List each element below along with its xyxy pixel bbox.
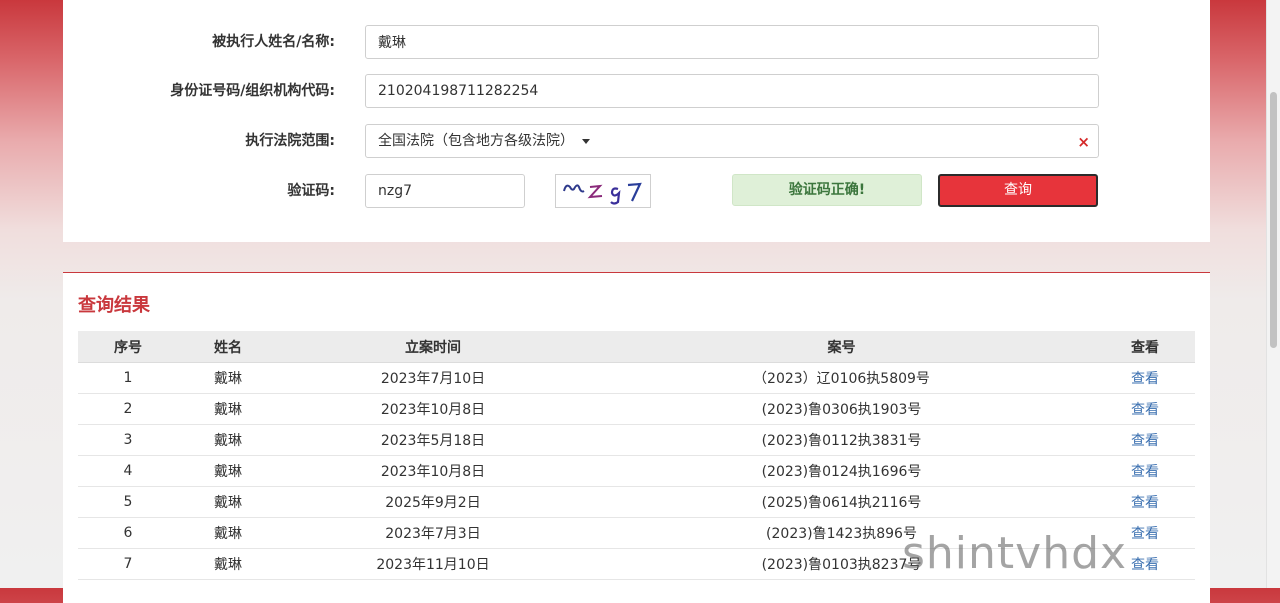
captcha-status-badge: 验证码正确! xyxy=(732,174,922,206)
watermark: shintvhdx xyxy=(902,528,1128,579)
row-number: 2 xyxy=(78,393,178,425)
table-row: 1 戴琳 2023年7月10日 （2023）辽0106执5809号 查看 xyxy=(78,362,1195,394)
name-label: 被执行人姓名/名称: xyxy=(212,34,335,50)
id-number-input[interactable] xyxy=(365,74,1099,108)
row-name: 戴琳 xyxy=(178,486,278,518)
view-link[interactable]: 查看 xyxy=(1131,433,1159,449)
row-case-number: (2023)鲁0112执3831号 xyxy=(588,424,1095,456)
row-number: 7 xyxy=(78,548,178,580)
row-name: 戴琳 xyxy=(178,517,278,549)
row-case-number: （2023）辽0106执5809号 xyxy=(588,362,1095,394)
page-scrollbar[interactable] xyxy=(1266,0,1280,588)
captcha-input[interactable] xyxy=(365,174,525,208)
scrollbar-thumb[interactable] xyxy=(1270,92,1277,348)
court-select-value: 全国法院（包含地方各级法院） xyxy=(378,133,574,149)
row-date: 2023年5月18日 xyxy=(278,424,588,456)
row-case-number: (2023)鲁0124执1696号 xyxy=(588,455,1095,487)
table-header-row: 序号 姓名 立案时间 案号 查看 xyxy=(78,331,1195,363)
row-number: 1 xyxy=(78,362,178,394)
row-number: 6 xyxy=(78,517,178,549)
column-header: 序号 xyxy=(78,331,178,363)
column-header: 案号 xyxy=(588,331,1095,363)
search-panel: 被执行人姓名/名称: 身份证号码/组织机构代码: 执行法院范围: 全国法院（包含… xyxy=(63,0,1210,242)
column-header: 立案时间 xyxy=(278,331,588,363)
row-case-number: (2025)鲁0614执2116号 xyxy=(588,486,1095,518)
name-input[interactable] xyxy=(365,25,1099,59)
court-label: 执行法院范围: xyxy=(245,133,335,149)
row-name: 戴琳 xyxy=(178,424,278,456)
view-link[interactable]: 查看 xyxy=(1131,495,1159,511)
clear-icon[interactable]: × xyxy=(1077,134,1090,150)
view-link[interactable]: 查看 xyxy=(1131,371,1159,387)
view-link[interactable]: 查看 xyxy=(1131,526,1159,542)
row-number: 5 xyxy=(78,486,178,518)
row-name: 戴琳 xyxy=(178,455,278,487)
row-date: 2025年9月2日 xyxy=(278,486,588,518)
view-link[interactable]: 查看 xyxy=(1131,464,1159,480)
row-name: 戴琳 xyxy=(178,362,278,394)
view-link[interactable]: 查看 xyxy=(1131,557,1159,573)
row-date: 2023年11月10日 xyxy=(278,548,588,580)
table-row: 5 戴琳 2025年9月2日 (2025)鲁0614执2116号 查看 xyxy=(78,486,1195,518)
view-link[interactable]: 查看 xyxy=(1131,402,1159,418)
table-row: 2 戴琳 2023年10月8日 (2023)鲁0306执1903号 查看 xyxy=(78,393,1195,425)
row-name: 戴琳 xyxy=(178,393,278,425)
column-header: 姓名 xyxy=(178,331,278,363)
caret-down-icon xyxy=(582,138,590,144)
row-number: 3 xyxy=(78,424,178,456)
court-select[interactable]: 全国法院（包含地方各级法院） × xyxy=(365,124,1099,158)
row-date: 2023年10月8日 xyxy=(278,455,588,487)
row-number: 4 xyxy=(78,455,178,487)
table-row: 3 戴琳 2023年5月18日 (2023)鲁0112执3831号 查看 xyxy=(78,424,1195,456)
query-button[interactable]: 查询 xyxy=(938,174,1098,207)
table-row: 4 戴琳 2023年10月8日 (2023)鲁0124执1696号 查看 xyxy=(78,455,1195,487)
row-date: 2023年7月3日 xyxy=(278,517,588,549)
row-name: 戴琳 xyxy=(178,548,278,580)
results-title: 查询结果 xyxy=(78,295,150,316)
captcha-image[interactable] xyxy=(555,174,651,208)
column-header: 查看 xyxy=(1095,331,1195,363)
row-date: 2023年7月10日 xyxy=(278,362,588,394)
id-label: 身份证号码/组织机构代码: xyxy=(170,83,335,99)
row-date: 2023年10月8日 xyxy=(278,393,588,425)
captcha-label: 验证码: xyxy=(287,183,335,199)
row-case-number: (2023)鲁0306执1903号 xyxy=(588,393,1095,425)
